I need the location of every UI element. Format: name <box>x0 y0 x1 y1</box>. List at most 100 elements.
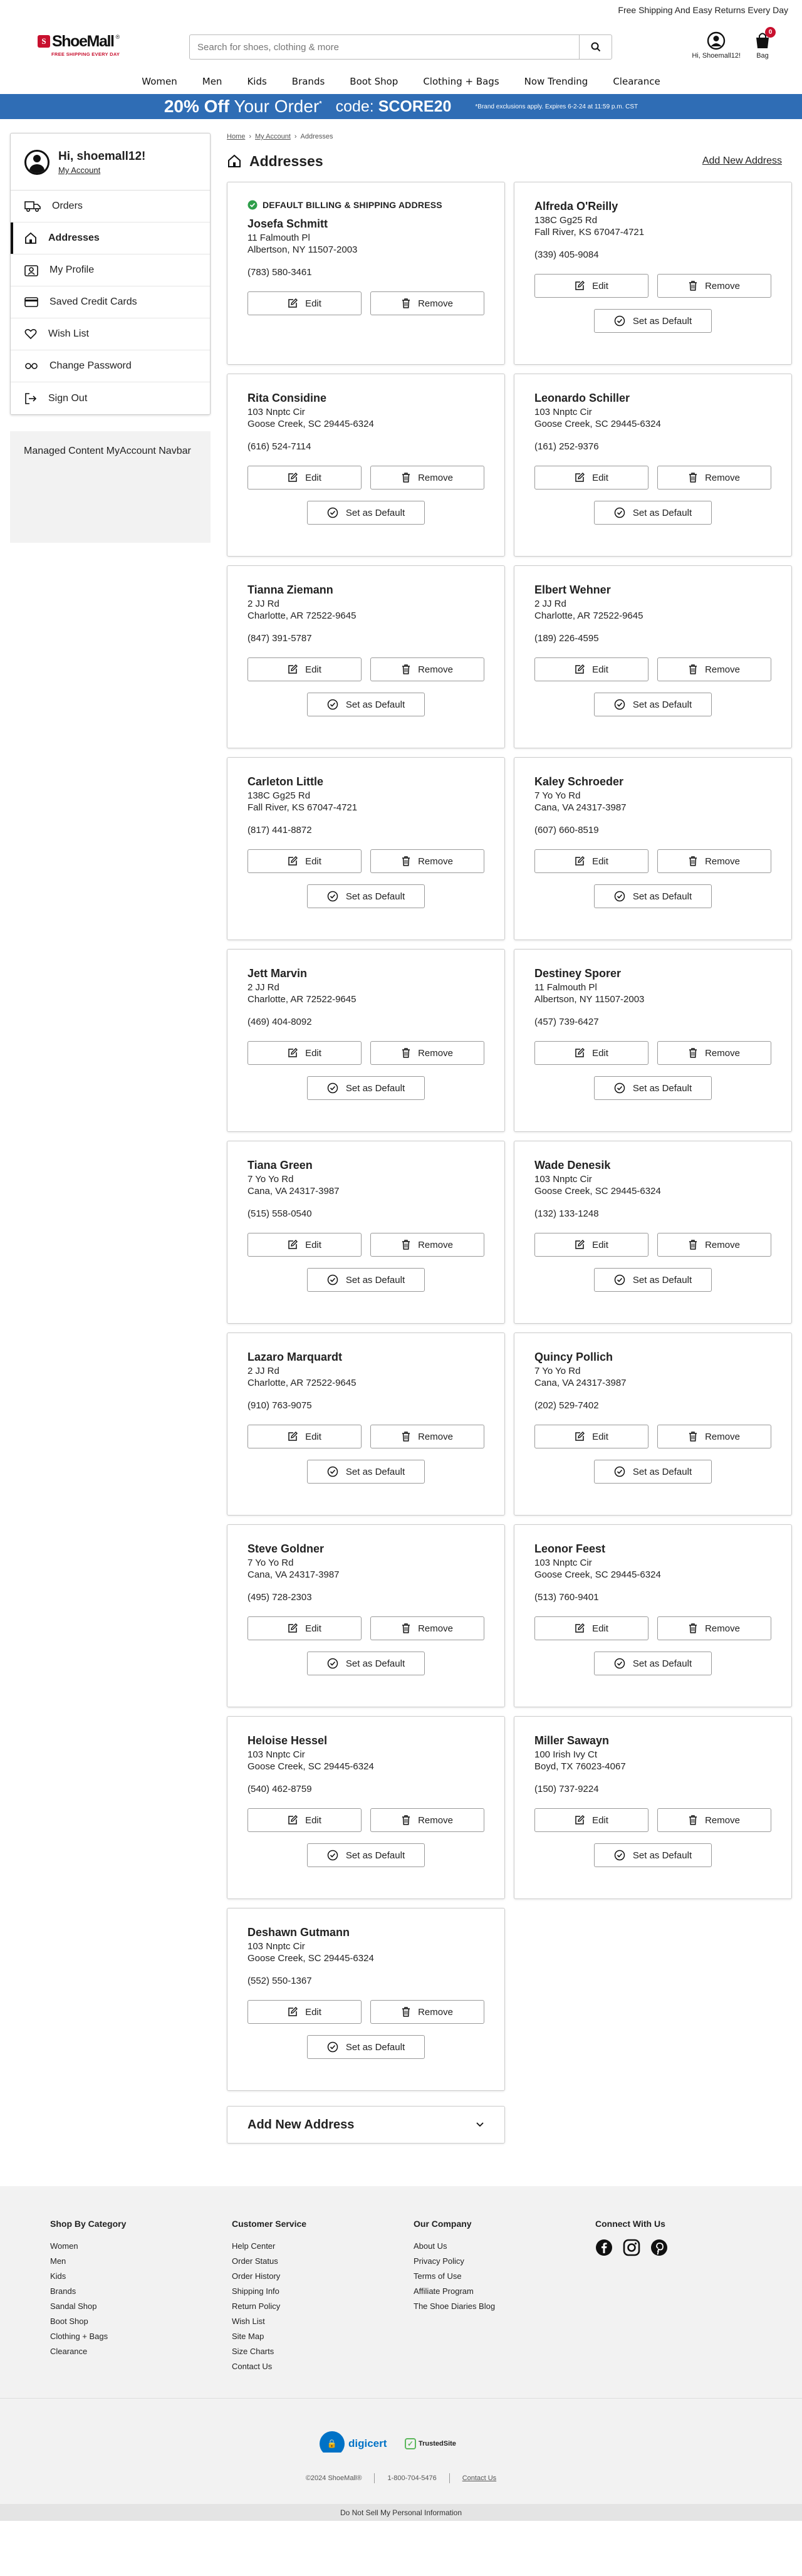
set-default-button[interactable]: Set as Default <box>307 1652 425 1675</box>
footer-link[interactable]: Women <box>50 2239 232 2254</box>
nav-item-boot-shop[interactable]: Boot Shop <box>350 76 398 87</box>
edit-button[interactable]: Edit <box>247 849 362 873</box>
remove-button[interactable]: Remove <box>657 1425 771 1448</box>
edit-button[interactable]: Edit <box>534 657 648 681</box>
nav-item-clothing-bags[interactable]: Clothing + Bags <box>423 76 499 87</box>
edit-button[interactable]: Edit <box>247 2000 362 2024</box>
sidebar-item-sign-out[interactable]: Sign Out <box>11 382 210 414</box>
set-default-button[interactable]: Set as Default <box>307 1460 425 1484</box>
remove-button[interactable]: Remove <box>370 1808 484 1832</box>
sidebar-item-wish-list[interactable]: Wish List <box>11 318 210 350</box>
edit-button[interactable]: Edit <box>247 1808 362 1832</box>
sidebar-item-addresses[interactable]: Addresses <box>11 223 210 254</box>
remove-button[interactable]: Remove <box>657 274 771 298</box>
instagram-icon[interactable] <box>623 2239 640 2256</box>
edit-button[interactable]: Edit <box>534 466 648 490</box>
footer-link[interactable]: Brands <box>50 2284 232 2299</box>
sidebar-item-change-password[interactable]: Change Password <box>11 350 210 382</box>
footer-link[interactable]: Men <box>50 2254 232 2269</box>
footer-link[interactable]: Contact Us <box>232 2359 414 2374</box>
remove-button[interactable]: Remove <box>370 849 484 873</box>
set-default-button[interactable]: Set as Default <box>307 693 425 716</box>
edit-button[interactable]: Edit <box>247 1041 362 1065</box>
footer-link[interactable]: The Shoe Diaries Blog <box>414 2299 595 2314</box>
nav-item-women[interactable]: Women <box>142 76 177 87</box>
edit-button[interactable]: Edit <box>247 466 362 490</box>
set-default-button[interactable]: Set as Default <box>307 1268 425 1292</box>
nav-item-clearance[interactable]: Clearance <box>613 76 660 87</box>
do-not-sell-link[interactable]: Do Not Sell My Personal Information <box>0 2504 802 2521</box>
set-default-button[interactable]: Set as Default <box>307 1843 425 1867</box>
footer-link[interactable]: Wish List <box>232 2314 414 2329</box>
remove-button[interactable]: Remove <box>657 657 771 681</box>
edit-button[interactable]: Edit <box>534 1041 648 1065</box>
add-new-address-link[interactable]: Add New Address <box>702 155 782 167</box>
edit-button[interactable]: Edit <box>247 657 362 681</box>
footer-link[interactable]: Sandal Shop <box>50 2299 232 2314</box>
remove-button[interactable]: Remove <box>370 2000 484 2024</box>
footer-link[interactable]: Site Map <box>232 2329 414 2344</box>
sidebar-item-profile[interactable]: My Profile <box>11 254 210 286</box>
footer-link[interactable]: Shipping Info <box>232 2284 414 2299</box>
bag-button[interactable]: 0 Bag <box>754 27 776 60</box>
footer-link[interactable]: Order History <box>232 2269 414 2284</box>
footer-contact-link[interactable]: Contact Us <box>462 2474 496 2482</box>
set-default-button[interactable]: Set as Default <box>594 693 712 716</box>
footer-link[interactable]: Privacy Policy <box>414 2254 595 2269</box>
set-default-button[interactable]: Set as Default <box>307 884 425 908</box>
remove-button[interactable]: Remove <box>657 1808 771 1832</box>
remove-button[interactable]: Remove <box>370 657 484 681</box>
set-default-button[interactable]: Set as Default <box>594 1652 712 1675</box>
edit-button[interactable]: Edit <box>534 1233 648 1257</box>
footer-link[interactable]: Terms of Use <box>414 2269 595 2284</box>
set-default-button[interactable]: Set as Default <box>594 1268 712 1292</box>
edit-button[interactable]: Edit <box>534 1808 648 1832</box>
remove-button[interactable]: Remove <box>370 291 484 315</box>
footer-link[interactable]: Return Policy <box>232 2299 414 2314</box>
set-default-button[interactable]: Set as Default <box>594 884 712 908</box>
edit-button[interactable]: Edit <box>534 274 648 298</box>
edit-button[interactable]: Edit <box>247 1233 362 1257</box>
edit-button[interactable]: Edit <box>534 1425 648 1448</box>
pinterest-icon[interactable] <box>650 2239 668 2256</box>
footer-link[interactable]: Clearance <box>50 2344 232 2359</box>
search-button[interactable] <box>579 35 612 59</box>
remove-button[interactable]: Remove <box>370 1233 484 1257</box>
breadcrumb-home[interactable]: Home <box>227 133 245 140</box>
search-input[interactable] <box>190 35 579 59</box>
footer-link[interactable]: Order Status <box>232 2254 414 2269</box>
edit-button[interactable]: Edit <box>534 849 648 873</box>
edit-button[interactable]: Edit <box>247 1616 362 1640</box>
remove-button[interactable]: Remove <box>370 1425 484 1448</box>
nav-item-kids[interactable]: Kids <box>247 76 266 87</box>
footer-link[interactable]: Affiliate Program <box>414 2284 595 2299</box>
edit-button[interactable]: Edit <box>247 291 362 315</box>
remove-button[interactable]: Remove <box>657 849 771 873</box>
set-default-button[interactable]: Set as Default <box>594 309 712 333</box>
set-default-button[interactable]: Set as Default <box>307 501 425 525</box>
promo-banner[interactable]: 20% Off Your Order* code: SCORE20 *Brand… <box>0 94 802 119</box>
set-default-button[interactable]: Set as Default <box>594 1460 712 1484</box>
set-default-button[interactable]: Set as Default <box>594 1076 712 1100</box>
breadcrumb-my-account[interactable]: My Account <box>255 133 291 140</box>
set-default-button[interactable]: Set as Default <box>307 1076 425 1100</box>
set-default-button[interactable]: Set as Default <box>594 501 712 525</box>
sidebar-item-orders[interactable]: Orders <box>11 191 210 223</box>
remove-button[interactable]: Remove <box>657 1233 771 1257</box>
footer-link[interactable]: Size Charts <box>232 2344 414 2359</box>
add-new-address-panel[interactable]: Add New Address <box>227 2106 505 2144</box>
nav-item-brands[interactable]: Brands <box>292 76 325 87</box>
footer-phone[interactable]: 1-800-704-5476 <box>387 2474 436 2482</box>
my-account-link[interactable]: My Account <box>58 165 145 175</box>
nav-item-men[interactable]: Men <box>202 76 222 87</box>
edit-button[interactable]: Edit <box>247 1425 362 1448</box>
footer-link[interactable]: About Us <box>414 2239 595 2254</box>
account-button[interactable]: Hi, Shoemall12! <box>692 31 741 60</box>
shoemall-logo[interactable]: S ShoeMall ® FREE SHIPPING EVERY DAY <box>38 33 157 57</box>
set-default-button[interactable]: Set as Default <box>594 1843 712 1867</box>
remove-button[interactable]: Remove <box>657 1041 771 1065</box>
footer-link[interactable]: Clothing + Bags <box>50 2329 232 2344</box>
remove-button[interactable]: Remove <box>657 1616 771 1640</box>
remove-button[interactable]: Remove <box>370 1616 484 1640</box>
nav-item-now-trending[interactable]: Now Trending <box>524 76 588 87</box>
